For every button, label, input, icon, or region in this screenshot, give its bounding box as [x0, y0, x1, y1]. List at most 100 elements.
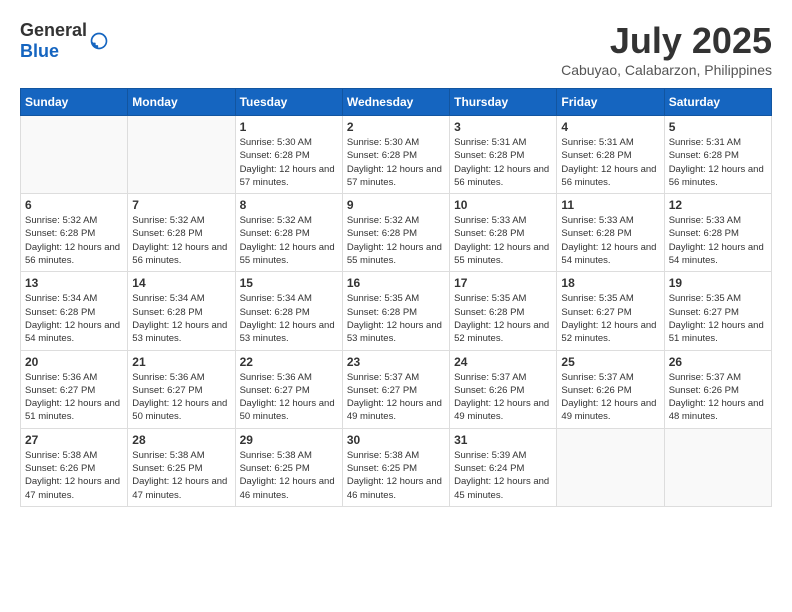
day-info: Sunrise: 5:32 AM Sunset: 6:28 PM Dayligh…: [240, 214, 338, 267]
day-info: Sunrise: 5:32 AM Sunset: 6:28 PM Dayligh…: [347, 214, 445, 267]
calendar-week-row: 6 Sunrise: 5:32 AM Sunset: 6:28 PM Daylig…: [21, 194, 772, 272]
day-number: 14: [132, 276, 230, 290]
day-number: 19: [669, 276, 767, 290]
calendar-table: SundayMondayTuesdayWednesdayThursdayFrid…: [20, 88, 772, 507]
calendar-cell: [128, 116, 235, 194]
weekday-header-wednesday: Wednesday: [342, 89, 449, 116]
day-info: Sunrise: 5:33 AM Sunset: 6:28 PM Dayligh…: [669, 214, 767, 267]
day-number: 20: [25, 355, 123, 369]
day-number: 26: [669, 355, 767, 369]
day-number: 21: [132, 355, 230, 369]
day-info: Sunrise: 5:31 AM Sunset: 6:28 PM Dayligh…: [669, 136, 767, 189]
day-info: Sunrise: 5:33 AM Sunset: 6:28 PM Dayligh…: [561, 214, 659, 267]
calendar-cell: 28 Sunrise: 5:38 AM Sunset: 6:25 PM Dayli…: [128, 428, 235, 506]
day-info: Sunrise: 5:31 AM Sunset: 6:28 PM Dayligh…: [561, 136, 659, 189]
calendar-cell: 21Sunrise: 5:36 AM Sunset: 6:27 PM Dayli…: [128, 350, 235, 428]
calendar-cell: 11Sunrise: 5:33 AM Sunset: 6:28 PM Dayli…: [557, 194, 664, 272]
calendar-cell: 14Sunrise: 5:34 AM Sunset: 6:28 PM Dayli…: [128, 272, 235, 350]
logo-general: General: [20, 20, 87, 40]
day-number: 27: [25, 433, 123, 447]
calendar-cell: 29 Sunrise: 5:38 AM Sunset: 6:25 PM Dayli…: [235, 428, 342, 506]
day-number: 4: [561, 120, 659, 134]
day-info: Sunrise: 5:36 AM Sunset: 6:27 PM Dayligh…: [25, 371, 123, 424]
calendar-cell: 23 Sunrise: 5:37 AM Sunset: 6:27 PM Dayli…: [342, 350, 449, 428]
day-info: Sunrise: 5:37 AM Sunset: 6:26 PM Dayligh…: [454, 371, 552, 424]
calendar-week-row: 13 Sunrise: 5:34 AM Sunset: 6:28 PM Dayli…: [21, 272, 772, 350]
day-info: Sunrise: 5:33 AM Sunset: 6:28 PM Dayligh…: [454, 214, 552, 267]
day-info: Sunrise: 5:38 AM Sunset: 6:25 PM Dayligh…: [240, 449, 338, 502]
calendar-cell: [21, 116, 128, 194]
weekday-header-monday: Monday: [128, 89, 235, 116]
weekday-header-tuesday: Tuesday: [235, 89, 342, 116]
calendar-week-row: 27 Sunrise: 5:38 AM Sunset: 6:26 PM Dayli…: [21, 428, 772, 506]
day-number: 25: [561, 355, 659, 369]
calendar-cell: 30 Sunrise: 5:38 AM Sunset: 6:25 PM Dayli…: [342, 428, 449, 506]
calendar-cell: 8Sunrise: 5:32 AM Sunset: 6:28 PM Daylig…: [235, 194, 342, 272]
day-info: Sunrise: 5:30 AM Sunset: 6:28 PM Dayligh…: [240, 136, 338, 189]
calendar-cell: 1 Sunrise: 5:30 AM Sunset: 6:28 PM Daylig…: [235, 116, 342, 194]
day-number: 24: [454, 355, 552, 369]
day-info: Sunrise: 5:32 AM Sunset: 6:28 PM Dayligh…: [25, 214, 123, 267]
day-info: Sunrise: 5:35 AM Sunset: 6:28 PM Dayligh…: [347, 292, 445, 345]
day-number: 15: [240, 276, 338, 290]
calendar-cell: 10 Sunrise: 5:33 AM Sunset: 6:28 PM Dayli…: [450, 194, 557, 272]
calendar-cell: 18 Sunrise: 5:35 AM Sunset: 6:27 PM Dayli…: [557, 272, 664, 350]
day-info: Sunrise: 5:36 AM Sunset: 6:27 PM Dayligh…: [240, 371, 338, 424]
calendar-cell: 6 Sunrise: 5:32 AM Sunset: 6:28 PM Daylig…: [21, 194, 128, 272]
calendar-cell: 25Sunrise: 5:37 AM Sunset: 6:26 PM Dayli…: [557, 350, 664, 428]
logo: General Blue: [20, 20, 109, 62]
day-info: Sunrise: 5:38 AM Sunset: 6:26 PM Dayligh…: [25, 449, 123, 502]
day-info: Sunrise: 5:32 AM Sunset: 6:28 PM Dayligh…: [132, 214, 230, 267]
weekday-header-sunday: Sunday: [21, 89, 128, 116]
day-info: Sunrise: 5:35 AM Sunset: 6:27 PM Dayligh…: [561, 292, 659, 345]
calendar-cell: 22 Sunrise: 5:36 AM Sunset: 6:27 PM Dayli…: [235, 350, 342, 428]
month-year-title: July 2025: [561, 20, 772, 62]
day-number: 10: [454, 198, 552, 212]
calendar-cell: [557, 428, 664, 506]
day-info: Sunrise: 5:34 AM Sunset: 6:28 PM Dayligh…: [25, 292, 123, 345]
day-number: 18: [561, 276, 659, 290]
day-info: Sunrise: 5:31 AM Sunset: 6:28 PM Dayligh…: [454, 136, 552, 189]
day-info: Sunrise: 5:30 AM Sunset: 6:28 PM Dayligh…: [347, 136, 445, 189]
day-number: 16: [347, 276, 445, 290]
day-number: 22: [240, 355, 338, 369]
calendar-cell: 26 Sunrise: 5:37 AM Sunset: 6:26 PM Dayli…: [664, 350, 771, 428]
calendar-cell: 2 Sunrise: 5:30 AM Sunset: 6:28 PM Daylig…: [342, 116, 449, 194]
title-section: July 2025 Cabuyao, Calabarzon, Philippin…: [561, 20, 772, 78]
logo-icon: [89, 31, 109, 51]
day-info: Sunrise: 5:37 AM Sunset: 6:27 PM Dayligh…: [347, 371, 445, 424]
calendar-cell: 17Sunrise: 5:35 AM Sunset: 6:28 PM Dayli…: [450, 272, 557, 350]
calendar-cell: 19 Sunrise: 5:35 AM Sunset: 6:27 PM Dayli…: [664, 272, 771, 350]
page-header: General Blue July 2025 Cabuyao, Calabarz…: [20, 20, 772, 78]
day-number: 13: [25, 276, 123, 290]
calendar-cell: 20 Sunrise: 5:36 AM Sunset: 6:27 PM Dayli…: [21, 350, 128, 428]
day-number: 30: [347, 433, 445, 447]
day-info: Sunrise: 5:38 AM Sunset: 6:25 PM Dayligh…: [132, 449, 230, 502]
calendar-cell: 24 Sunrise: 5:37 AM Sunset: 6:26 PM Dayli…: [450, 350, 557, 428]
weekday-header-saturday: Saturday: [664, 89, 771, 116]
day-number: 5: [669, 120, 767, 134]
logo-blue: Blue: [20, 41, 59, 61]
day-number: 29: [240, 433, 338, 447]
calendar-cell: 16 Sunrise: 5:35 AM Sunset: 6:28 PM Dayli…: [342, 272, 449, 350]
day-number: 6: [25, 198, 123, 212]
day-number: 12: [669, 198, 767, 212]
calendar-week-row: 20 Sunrise: 5:36 AM Sunset: 6:27 PM Dayli…: [21, 350, 772, 428]
calendar-cell: 7 Sunrise: 5:32 AM Sunset: 6:28 PM Daylig…: [128, 194, 235, 272]
day-number: 28: [132, 433, 230, 447]
day-info: Sunrise: 5:38 AM Sunset: 6:25 PM Dayligh…: [347, 449, 445, 502]
calendar-cell: 31Sunrise: 5:39 AM Sunset: 6:24 PM Dayli…: [450, 428, 557, 506]
calendar-cell: 27 Sunrise: 5:38 AM Sunset: 6:26 PM Dayli…: [21, 428, 128, 506]
logo-text: General Blue: [20, 20, 87, 62]
calendar-cell: 9Sunrise: 5:32 AM Sunset: 6:28 PM Daylig…: [342, 194, 449, 272]
day-number: 1: [240, 120, 338, 134]
calendar-cell: [664, 428, 771, 506]
day-number: 7: [132, 198, 230, 212]
day-number: 2: [347, 120, 445, 134]
day-info: Sunrise: 5:35 AM Sunset: 6:27 PM Dayligh…: [669, 292, 767, 345]
day-info: Sunrise: 5:34 AM Sunset: 6:28 PM Dayligh…: [240, 292, 338, 345]
day-info: Sunrise: 5:37 AM Sunset: 6:26 PM Dayligh…: [669, 371, 767, 424]
day-number: 23: [347, 355, 445, 369]
calendar-cell: 15 Sunrise: 5:34 AM Sunset: 6:28 PM Dayli…: [235, 272, 342, 350]
calendar-cell: 13 Sunrise: 5:34 AM Sunset: 6:28 PM Dayli…: [21, 272, 128, 350]
